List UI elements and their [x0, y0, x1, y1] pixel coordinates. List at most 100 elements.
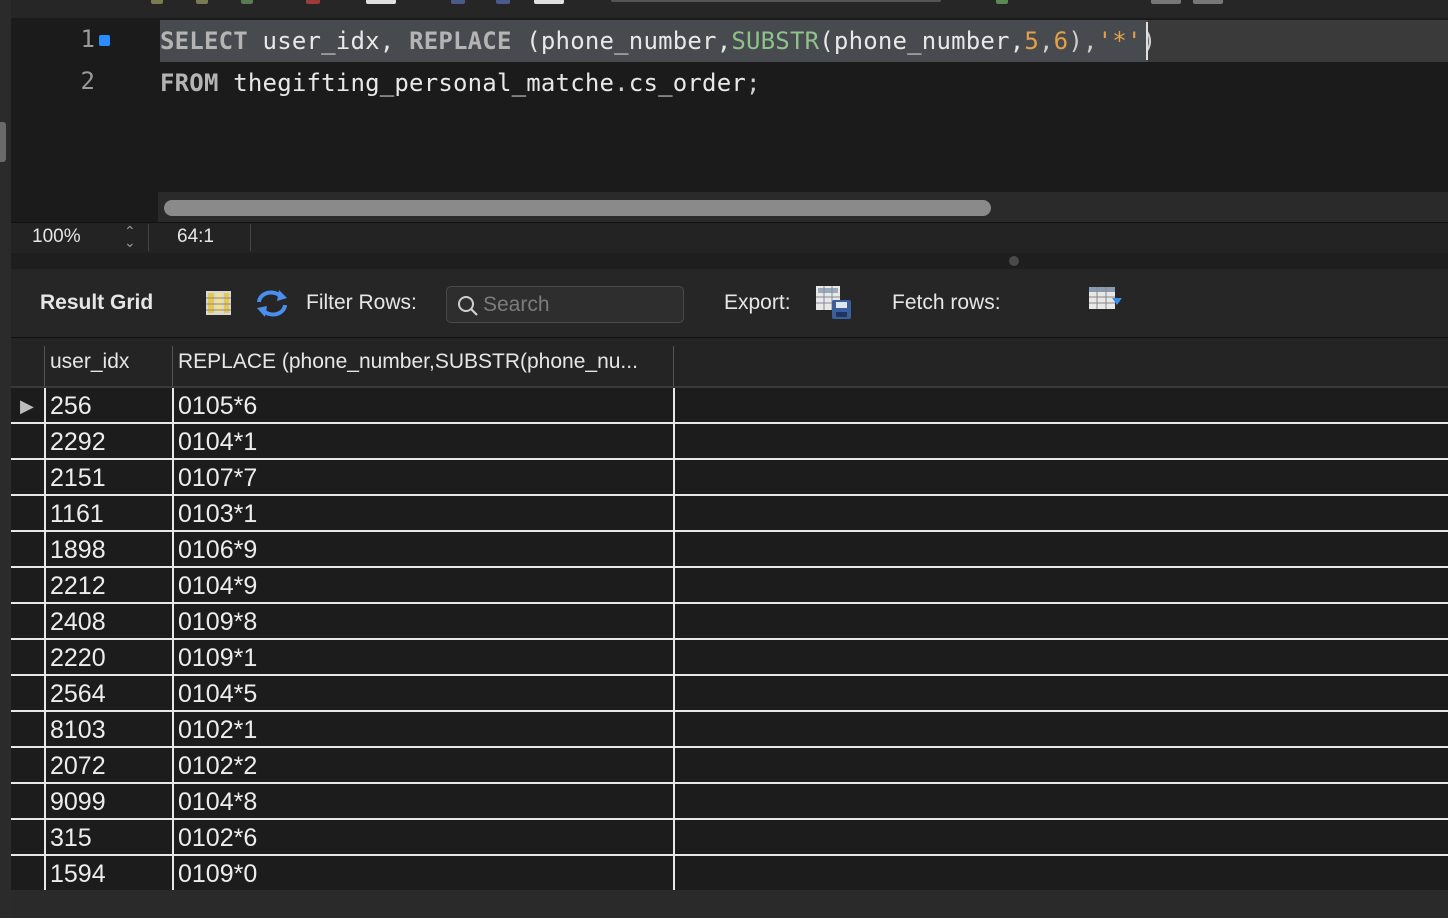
export-icon[interactable] — [815, 285, 853, 321]
cell-masked-phone[interactable]: 0109*0 — [178, 856, 257, 890]
table-row[interactable]: 2292 0104*1 — [11, 424, 1448, 460]
cell-user-idx[interactable]: 2072 — [50, 748, 106, 782]
toolbar-icon[interactable] — [306, 0, 320, 4]
table-row[interactable]: 2212 0104*9 — [11, 568, 1448, 604]
cell-masked-phone[interactable]: 0107*7 — [178, 460, 257, 494]
toolbar-icon[interactable] — [534, 0, 564, 4]
table-row[interactable]: 315 0102*6 — [11, 820, 1448, 856]
toolbar-icon[interactable] — [1151, 0, 1181, 4]
cell-user-idx[interactable]: 8103 — [50, 712, 106, 746]
toolbar-icon[interactable] — [241, 0, 253, 4]
column-header-user-idx[interactable]: user_idx — [50, 338, 168, 386]
toolbar-icon[interactable] — [366, 0, 396, 4]
zoom-level: 100% — [32, 226, 81, 247]
code-token: cs_order — [628, 69, 746, 97]
zoom-stepper[interactable]: ⌃ ⌄ — [124, 224, 136, 249]
fetch-rows-icon[interactable] — [1088, 286, 1124, 314]
toolbar-icon[interactable] — [151, 0, 163, 4]
divider — [250, 224, 251, 251]
code-token: , — [1082, 27, 1098, 55]
editor-gutter: 1 2 — [11, 18, 158, 192]
cell-masked-phone[interactable]: 0109*1 — [178, 640, 257, 674]
scrollbar-thumb[interactable] — [164, 200, 991, 216]
code-token: (phone_number, — [819, 27, 1025, 55]
cell-masked-phone[interactable]: 0104*8 — [178, 784, 257, 818]
table-row[interactable]: 2072 0102*2 — [11, 748, 1448, 784]
bottom-panel — [11, 890, 1448, 918]
cell-user-idx[interactable]: 2151 — [50, 460, 106, 494]
cell-masked-phone[interactable]: 0104*9 — [178, 568, 257, 602]
cell-masked-phone[interactable]: 0106*9 — [178, 532, 257, 566]
cell-user-idx[interactable]: 2292 — [50, 424, 106, 458]
toolbar-icon[interactable] — [1193, 0, 1223, 4]
table-row[interactable]: 1898 0106*9 — [11, 532, 1448, 568]
header-divider — [172, 346, 173, 386]
search-input[interactable] — [483, 287, 675, 322]
toolbar-icon[interactable] — [496, 0, 510, 4]
grid-view-icon[interactable] — [205, 290, 232, 316]
code-token: user_idx, — [247, 27, 410, 55]
table-row[interactable]: 2151 0107*7 — [11, 460, 1448, 496]
column-header-replace[interactable]: REPLACE (phone_number,SUBSTR(phone_nu... — [178, 338, 670, 386]
table-row[interactable]: 2220 0109*1 — [11, 640, 1448, 676]
fetch-rows-label: Fetch rows: — [892, 291, 1001, 314]
cell-user-idx[interactable]: 1594 — [50, 856, 106, 890]
filter-search-box[interactable] — [446, 286, 684, 323]
table-row[interactable]: 1594 0109*0 — [11, 856, 1448, 892]
panel-splitter[interactable] — [11, 253, 1448, 269]
side-handle[interactable] — [0, 122, 6, 162]
column-gridline — [673, 388, 675, 892]
cell-masked-phone[interactable]: 0109*8 — [178, 604, 257, 638]
cell-user-idx[interactable]: 2408 — [50, 604, 106, 638]
code-token: . — [614, 69, 629, 97]
toolbar-icon[interactable] — [451, 0, 465, 4]
column-gridline — [44, 388, 46, 892]
cell-user-idx[interactable]: 2564 — [50, 676, 106, 710]
cell-masked-phone[interactable]: 0104*1 — [178, 424, 257, 458]
table-row[interactable]: 9099 0104*8 — [11, 784, 1448, 820]
table-row[interactable]: 256 0105*6 — [11, 388, 1448, 424]
header-divider — [673, 346, 674, 386]
column-gridline — [172, 388, 174, 892]
number-literal: 6 — [1053, 27, 1069, 55]
toolbar-icon[interactable] — [996, 0, 1008, 4]
cell-user-idx[interactable]: 315 — [50, 820, 92, 854]
line-number: 1 — [80, 25, 95, 53]
cell-masked-phone[interactable]: 0102*2 — [178, 748, 257, 782]
execution-marker-icon — [99, 35, 110, 46]
code-line-2[interactable]: FROM thegifting_personal_matche.cs_order… — [160, 62, 761, 104]
line-number: 2 — [80, 67, 95, 95]
keyword-replace: REPLACE — [409, 27, 512, 55]
cell-masked-phone[interactable]: 0104*5 — [178, 676, 257, 710]
editor-status-bar — [11, 222, 1448, 254]
cell-user-idx[interactable]: 2212 — [50, 568, 106, 602]
code-token: ; — [746, 69, 761, 97]
cell-user-idx[interactable]: 256 — [50, 388, 92, 422]
code-line-1[interactable]: SELECT user_idx, REPLACE (phone_number,S… — [160, 20, 1156, 62]
table-row[interactable]: 2564 0104*5 — [11, 676, 1448, 712]
cell-user-idx[interactable]: 9099 — [50, 784, 106, 818]
text-cursor — [1146, 22, 1148, 60]
current-row-arrow-icon: ▶ — [20, 396, 34, 416]
cell-user-idx[interactable]: 1898 — [50, 532, 106, 566]
cell-masked-phone[interactable]: 0102*6 — [178, 820, 257, 854]
toolbar-field[interactable] — [611, 0, 941, 2]
cell-masked-phone[interactable]: 0102*1 — [178, 712, 257, 746]
cell-user-idx[interactable]: 2220 — [50, 640, 106, 674]
refresh-icon[interactable] — [255, 288, 289, 318]
cell-masked-phone[interactable]: 0103*1 — [178, 496, 257, 530]
keyword-select: SELECT — [160, 27, 248, 55]
code-token: ) — [1141, 27, 1157, 55]
code-token: , — [1039, 27, 1054, 55]
table-row[interactable]: 2408 0109*8 — [11, 604, 1448, 640]
table-row[interactable]: 8103 0102*1 — [11, 712, 1448, 748]
cell-user-idx[interactable]: 1161 — [50, 496, 104, 530]
chevron-down-icon[interactable]: ⌄ — [124, 235, 136, 249]
code-token: ) — [1068, 27, 1083, 55]
top-toolbar — [11, 0, 1448, 18]
cell-masked-phone[interactable]: 0105*6 — [178, 388, 257, 422]
result-grid-label[interactable]: Result Grid — [40, 291, 153, 315]
table-row[interactable]: 1161 0103*1 — [11, 496, 1448, 532]
splitter-handle-icon[interactable] — [1009, 256, 1019, 266]
toolbar-icon[interactable] — [196, 0, 208, 4]
